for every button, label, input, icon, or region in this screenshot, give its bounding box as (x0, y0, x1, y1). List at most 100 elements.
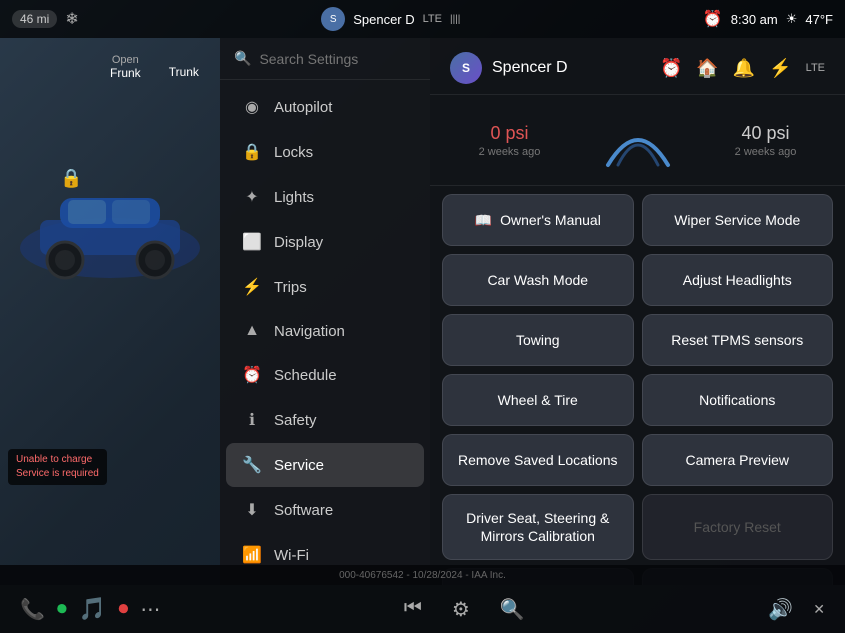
tire-left-label: 2 weeks ago (479, 146, 541, 158)
alarm-profile-icon[interactable]: ⏰ (660, 58, 682, 79)
profile-name: Spencer D (492, 59, 568, 77)
locks-icon: 🔒 (242, 142, 262, 162)
search-bottom-icon[interactable]: 🔍 (500, 597, 525, 622)
trunk-control[interactable]: Trunk (169, 54, 199, 80)
status-center: S Spencer D LTE |||| (321, 7, 460, 31)
trunk-label: Trunk (169, 65, 199, 79)
profile-avatar-large: S (450, 52, 482, 84)
driver-calibration-label: Driver Seat, Steering & Mirrors Calibrat… (455, 509, 621, 545)
towing-label: Towing (516, 331, 560, 349)
bell-icon[interactable]: 🔔 (733, 58, 755, 79)
wiper-service-label: Wiper Service Mode (674, 211, 800, 229)
music-icon[interactable]: ⏺ (57, 598, 67, 621)
settings-panel: 🔍 ◉ Autopilot 🔒 Locks ✦ Lights ⬜ Display… (220, 38, 430, 585)
remove-locations-button[interactable]: Remove Saved Locations (442, 434, 634, 486)
search-bar: 🔍 (220, 38, 430, 80)
status-lte: LTE (423, 13, 442, 25)
settings-item-schedule[interactable]: ⏰ Schedule (226, 353, 424, 397)
owners-manual-label: Owner's Manual (500, 211, 601, 229)
lights-icon: ✦ (242, 187, 262, 207)
settings-item-display[interactable]: ⬜ Display (226, 220, 424, 264)
settings-item-trips[interactable]: ⚡ Trips (226, 265, 424, 309)
safety-icon: ℹ (242, 410, 262, 430)
profile-info: S Spencer D (450, 52, 568, 84)
wiper-service-button[interactable]: Wiper Service Mode (642, 194, 834, 246)
status-weather-icon: ☀ (786, 11, 798, 27)
autopilot-label: Autopilot (274, 99, 332, 116)
settings-item-lights[interactable]: ✦ Lights (226, 175, 424, 219)
status-temperature: 47°F (805, 12, 833, 27)
owners-manual-button[interactable]: 📖 Owner's Manual (442, 194, 634, 246)
bottom-bar: 📞 ⏺ 🎵 ⏺ ⋯ ⏮ ⚙ 🔍 🔊 ✕ (0, 585, 845, 633)
lte-badge: LTE (806, 62, 825, 74)
info-footer-bar: 000-40676542 - 10/28/2024 - IAA Inc. (0, 565, 845, 585)
phone-icon[interactable]: 📞 (20, 597, 45, 622)
reset-tpms-button[interactable]: Reset TPMS sensors (642, 314, 834, 366)
tire-left-pressure: 0 psi (479, 123, 541, 144)
tire-arc-visual (598, 105, 678, 175)
autopilot-icon: ◉ (242, 97, 262, 117)
spotify-icon[interactable]: 🎵 (79, 596, 106, 622)
equalizer-icon[interactable]: ⚙ (452, 597, 470, 622)
adjust-headlights-label: Adjust Headlights (683, 271, 792, 289)
search-input[interactable] (259, 51, 416, 67)
car-wash-label: Car Wash Mode (487, 271, 588, 289)
safety-label: Safety (274, 412, 317, 429)
adjust-headlights-button[interactable]: Adjust Headlights (642, 254, 834, 306)
display-icon: ⬜ (242, 232, 262, 252)
navigation-label: Navigation (274, 323, 345, 340)
range-display: 46 mi (12, 10, 57, 28)
factory-reset-label: Factory Reset (694, 518, 781, 536)
status-time: 8:30 am (731, 12, 778, 27)
owners-manual-icon: 📖 (475, 211, 492, 229)
home-icon[interactable]: 🏠 (696, 58, 718, 79)
warning-line2: Service is required (16, 467, 99, 481)
mute-x-icon[interactable]: ✕ (813, 601, 825, 618)
trips-label: Trips (274, 279, 307, 296)
status-signal: |||| (450, 14, 460, 25)
status-bar: 46 mi ❄ S Spencer D LTE |||| ⏰ 8:30 am ☀… (0, 0, 845, 38)
tire-left-info: 0 psi 2 weeks ago (479, 123, 541, 158)
wheel-tire-button[interactable]: Wheel & Tire (442, 374, 634, 426)
settings-item-autopilot[interactable]: ◉ Autopilot (226, 85, 424, 129)
settings-item-software[interactable]: ⬇ Software (226, 488, 424, 532)
service-profile-header: S Spencer D ⏰ 🏠 🔔 ⚡ LTE (430, 38, 845, 95)
settings-item-safety[interactable]: ℹ Safety (226, 398, 424, 442)
bottom-right-icons: 🔊 ✕ (768, 597, 825, 622)
settings-item-locks[interactable]: 🔒 Locks (226, 130, 424, 174)
location-active-icon[interactable]: ⏺ (118, 598, 128, 621)
lights-label: Lights (274, 189, 314, 206)
wifi-icon: 📶 (242, 545, 262, 565)
trips-icon: ⚡ (242, 277, 262, 297)
bluetooth-header-icon[interactable]: ⚡ (769, 58, 791, 79)
car-wash-button[interactable]: Car Wash Mode (442, 254, 634, 306)
open-label: Open (110, 54, 141, 66)
apps-dots-icon[interactable]: ⋯ (140, 597, 160, 622)
factory-reset-button[interactable]: Factory Reset (642, 494, 834, 560)
status-time-area: ⏰ 8:30 am ☀ 47°F (703, 9, 833, 29)
car-lock-icon[interactable]: 🔒 (60, 168, 82, 189)
driver-calibration-button[interactable]: Driver Seat, Steering & Mirrors Calibrat… (442, 494, 634, 560)
frunk-control[interactable]: Open Frunk (110, 54, 141, 80)
notifications-label: Notifications (699, 391, 775, 409)
camera-preview-button[interactable]: Camera Preview (642, 434, 834, 486)
display-label: Display (274, 234, 323, 251)
warning-line1: Unable to charge (16, 453, 99, 467)
bottom-center-controls: ⏮ ⚙ 🔍 (404, 597, 525, 622)
schedule-icon: ⏰ (242, 365, 262, 385)
service-buttons-grid: 📖 Owner's Manual Wiper Service Mode Car … (430, 186, 845, 585)
settings-item-navigation[interactable]: ▲ Navigation (226, 310, 424, 352)
status-bluetooth-icon: ❄ (65, 9, 78, 29)
status-avatar: S (321, 7, 345, 31)
volume-icon[interactable]: 🔊 (768, 597, 793, 622)
search-icon: 🔍 (234, 50, 251, 67)
camera-preview-label: Camera Preview (686, 451, 789, 469)
settings-item-service[interactable]: 🔧 Service (226, 443, 424, 487)
software-label: Software (274, 502, 333, 519)
profile-icon-group: ⏰ 🏠 🔔 ⚡ LTE (660, 58, 825, 79)
towing-button[interactable]: Towing (442, 314, 634, 366)
media-prev-icon[interactable]: ⏮ (404, 597, 422, 622)
settings-list: ◉ Autopilot 🔒 Locks ✦ Lights ⬜ Display ⚡… (220, 80, 430, 585)
notifications-button[interactable]: Notifications (642, 374, 834, 426)
tire-right-info: 40 psi 2 weeks ago (735, 123, 797, 158)
